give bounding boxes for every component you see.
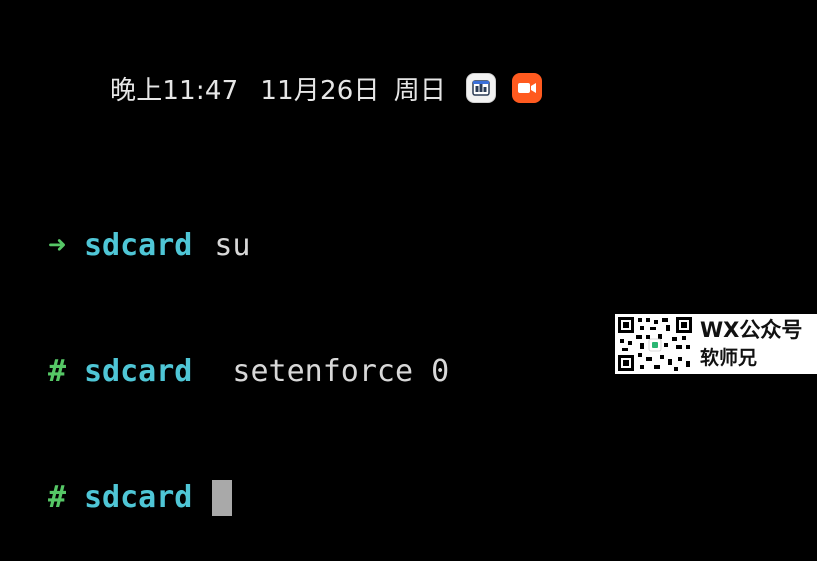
terminal-line: ➜ sdcard su (48, 225, 449, 267)
prompt-cwd: sdcard (84, 480, 193, 515)
video-call-icon[interactable] (512, 73, 543, 103)
status-date: 11月26日 (260, 75, 380, 106)
news-app-icon[interactable] (466, 73, 497, 103)
watermark-line2: 软师兄 (700, 347, 758, 369)
text-cursor[interactable] (212, 480, 233, 516)
command-text: su (214, 228, 251, 263)
status-time: 晚上11:47 (110, 75, 239, 106)
watermark: WX公众号 软师兄 (615, 314, 817, 374)
command-text: setenforce 0 (214, 354, 450, 389)
video-camera-glyph (518, 83, 537, 93)
status-weekday: 周日 (393, 75, 447, 106)
prompt-cwd: sdcard (84, 228, 193, 263)
watermark-line1: WX公众号 (700, 318, 803, 342)
prompt-cwd: sdcard (84, 354, 193, 389)
prompt-hash: # (48, 480, 67, 515)
terminal-output[interactable]: ➜ sdcard su # sdcard setenforce 0 # sdca… (48, 141, 449, 561)
status-bar: 晚上11:47 11月26日 周日 (110, 70, 558, 106)
news-app-glyph (472, 80, 490, 96)
terminal-line: # sdcard setenforce 0 (48, 351, 449, 393)
watermark-text: WX公众号 软师兄 (700, 316, 802, 372)
qr-code-icon (616, 315, 694, 373)
prompt-arrow-icon: ➜ (48, 228, 67, 263)
terminal-line-active[interactable]: # sdcard (48, 477, 449, 519)
prompt-hash: # (48, 354, 67, 389)
